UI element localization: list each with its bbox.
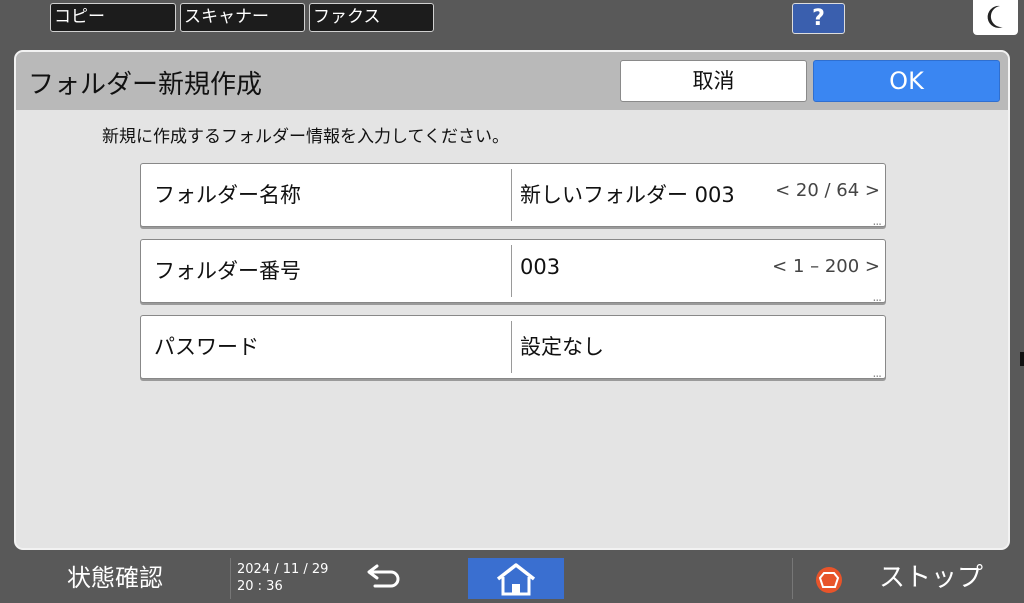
back-arrow-icon	[367, 564, 400, 588]
back-button[interactable]	[355, 558, 405, 599]
tab-fax[interactable]: ファクス	[309, 3, 434, 32]
field-value: 新しいフォルダー 003	[520, 183, 735, 207]
stop-label: ストップ	[879, 563, 984, 593]
help-button[interactable]: ?	[792, 3, 845, 34]
field-divider	[511, 321, 512, 373]
time-text: 20 : 36	[237, 579, 283, 594]
bottom-bar: 状態確認 2024 / 11 / 29 20 : 36 ストップ	[0, 558, 1024, 599]
field-range: < 20 / 64 >	[775, 180, 880, 201]
home-button[interactable]	[468, 558, 564, 599]
more-icon: ...	[872, 366, 883, 380]
cancel-button[interactable]: 取消	[620, 60, 807, 102]
field-label: フォルダー番号	[154, 259, 301, 283]
field-divider	[511, 169, 512, 221]
night-mode-button[interactable]	[973, 0, 1018, 35]
dialog-title: フォルダー新規作成	[28, 70, 263, 100]
status-check-button[interactable]: 状態確認	[0, 558, 230, 599]
instruction-text: 新規に作成するフォルダー情報を入力してください。	[102, 127, 509, 147]
field-label: パスワード	[154, 335, 259, 359]
folder-name-field[interactable]: フォルダー名称 新しいフォルダー 003 < 20 / 64 > ...	[140, 163, 886, 228]
more-icon: ...	[872, 290, 883, 304]
date-time: 2024 / 11 / 29 20 : 36	[230, 558, 330, 599]
top-bar: コピー スキャナー ファクス ?	[0, 0, 1024, 40]
ok-button[interactable]: OK	[813, 60, 1000, 102]
home-icon	[496, 563, 536, 596]
password-field[interactable]: パスワード 設定なし ...	[140, 315, 886, 380]
folder-number-field[interactable]: フォルダー番号 003 < 1 – 200 > ...	[140, 239, 886, 304]
tab-copy[interactable]: コピー	[50, 3, 176, 32]
field-value: 003	[520, 255, 561, 279]
field-value: 設定なし	[520, 335, 604, 359]
field-label: フォルダー名称	[154, 183, 301, 207]
field-divider	[511, 245, 512, 297]
moon-icon	[987, 5, 1003, 28]
new-folder-dialog: フォルダー新規作成 取消 OK 新規に作成するフォルダー情報を入力してください。…	[14, 50, 1010, 550]
tab-scanner[interactable]: スキャナー	[180, 3, 305, 32]
more-icon: ...	[872, 214, 883, 228]
date-text: 2024 / 11 / 29	[237, 562, 329, 577]
stop-button[interactable]: ストップ	[792, 558, 1024, 599]
field-range: < 1 – 200 >	[772, 256, 880, 277]
edge-marker	[1020, 352, 1024, 366]
stop-icon	[816, 567, 842, 593]
dialog-header: フォルダー新規作成 取消 OK	[16, 52, 1008, 110]
